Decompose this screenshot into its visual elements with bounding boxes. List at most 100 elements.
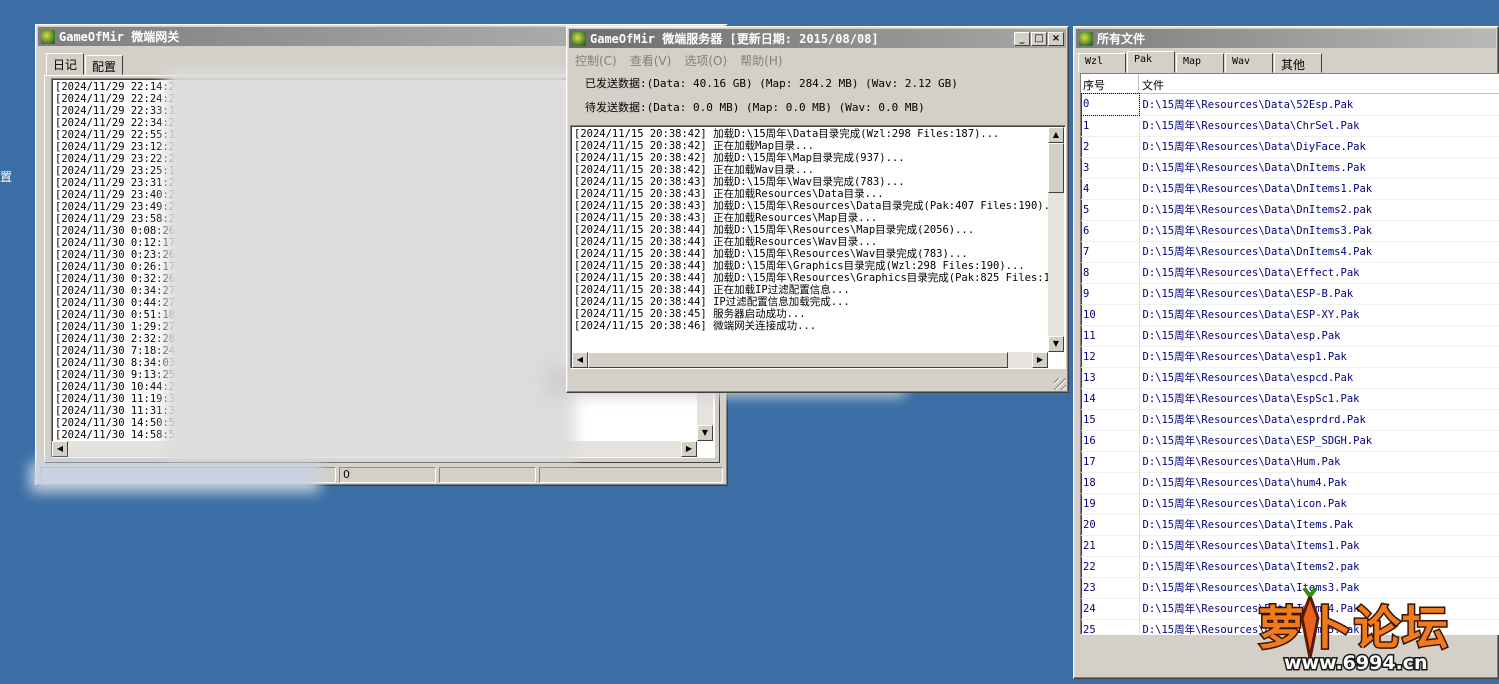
table-row[interactable]: 13 D:\15周年\Resources\Data\espcd.Pak xyxy=(1081,367,1499,389)
server-vscroll[interactable]: ▲ ▼ xyxy=(1048,127,1064,352)
table-row[interactable]: 14 D:\15周年\Resources\Data\EspSc1.Pak xyxy=(1081,388,1499,410)
tab-config[interactable]: 配置 xyxy=(85,55,124,75)
server-log-line: [2024/11/15 20:38:44] 加载D:\15周年\Graphics… xyxy=(574,260,1025,272)
row-file-path: D:\15周年\Resources\Data\ChrSel.Pak xyxy=(1139,115,1499,137)
row-index: 4 xyxy=(1081,178,1140,200)
row-index: 15 xyxy=(1081,409,1140,431)
table-row[interactable]: 10 D:\15周年\Resources\Data\ESP-XY.Pak xyxy=(1081,304,1499,326)
tab-wzl[interactable]: Wzl xyxy=(1078,53,1126,73)
table-row[interactable]: 6 D:\15周年\Resources\Data\DnItems3.Pak xyxy=(1081,220,1499,242)
scroll-left-button[interactable]: ◀ xyxy=(572,352,588,368)
row-file-path: D:\15周年\Resources\Data\esp.Pak xyxy=(1139,325,1499,347)
table-row[interactable]: 12 D:\15周年\Resources\Data\esp1.Pak xyxy=(1081,346,1499,368)
row-index: 1 xyxy=(1081,115,1140,137)
row-index: 12 xyxy=(1081,346,1140,368)
table-row[interactable]: 2 D:\15周年\Resources\Data\DiyFace.Pak xyxy=(1081,136,1499,158)
files-titlebar[interactable]: 所有文件 xyxy=(1076,29,1496,48)
server-log-lines: [2024/11/15 20:38:42] 加载D:\15周年\Data目录完成… xyxy=(574,128,1063,332)
row-file-path: D:\15周年\Resources\Data\EspSc1.Pak xyxy=(1139,388,1499,410)
row-index: 10 xyxy=(1081,304,1140,326)
sent-data-label: 已发送数据:(Data: 40.16 GB) (Map: 284.2 MB) (… xyxy=(585,77,958,90)
minimize-icon[interactable]: _ xyxy=(1014,31,1030,46)
server-log-list[interactable]: [2024/11/15 20:38:42] 加载D:\15周年\Data目录完成… xyxy=(570,125,1066,369)
server-log-line: [2024/11/15 20:38:42] 正在加载Wav目录... xyxy=(574,164,815,176)
server-hscroll[interactable]: ◀ ▶ xyxy=(572,352,1048,368)
maximize-icon[interactable]: □ xyxy=(1031,31,1047,46)
column-header-file[interactable]: 文件 xyxy=(1139,74,1499,93)
row-index: 18 xyxy=(1081,472,1140,494)
table-row[interactable]: 21 D:\15周年\Resources\Data\Items1.Pak xyxy=(1081,535,1499,557)
forum-brand-text: 萝卜论坛 xyxy=(1257,600,1450,657)
server-log-line: [2024/11/15 20:38:45] 服务器启动成功... xyxy=(574,308,806,320)
table-row[interactable]: 8 D:\15周年\Resources\Data\Effect.Pak xyxy=(1081,262,1499,284)
server-log-line: [2024/11/15 20:38:43] 加载D:\15周年\Wav目录完成(… xyxy=(574,176,905,188)
server-log-line: [2024/11/15 20:38:42] 正在加载Map目录... xyxy=(574,140,815,152)
tab-pak[interactable]: Pak xyxy=(1127,51,1175,73)
menu-help[interactable]: 帮助(H) xyxy=(740,52,782,68)
row-index: 0 xyxy=(1081,93,1140,116)
row-file-path: D:\15周年\Resources\Data\icon.Pak xyxy=(1139,493,1499,515)
scroll-left-button[interactable]: ◀ xyxy=(52,441,68,457)
table-row[interactable]: 15 D:\15周年\Resources\Data\esprdrd.Pak xyxy=(1081,409,1499,431)
gateway-tabs: 日记 配置 xyxy=(46,53,124,75)
column-header-index[interactable]: 序号 xyxy=(1081,74,1139,93)
tab-map[interactable]: Map xyxy=(1176,53,1224,73)
forum-logo: 萝卜论坛 www.6994.cn xyxy=(1257,586,1483,678)
scroll-down-button[interactable]: ▼ xyxy=(697,425,713,441)
row-file-path: D:\15周年\Resources\Data\DiyFace.Pak xyxy=(1139,136,1499,158)
table-row[interactable]: 18 D:\15周年\Resources\Data\hum4.Pak xyxy=(1081,472,1499,494)
row-index: 3 xyxy=(1081,157,1140,179)
table-row[interactable]: 4 D:\15周年\Resources\Data\DnItems1.Pak xyxy=(1081,178,1499,200)
row-index: 16 xyxy=(1081,430,1140,452)
scroll-thumb[interactable] xyxy=(1048,143,1064,193)
close-icon[interactable]: × xyxy=(1048,31,1064,46)
server-menubar: 控制(C) 查看(V) 选项(O) 帮助(H) xyxy=(567,50,1068,68)
row-file-path: D:\15周年\Resources\Data\Items1.Pak xyxy=(1139,535,1499,557)
table-row[interactable]: 11 D:\15周年\Resources\Data\esp.Pak xyxy=(1081,325,1499,347)
table-row[interactable]: 22 D:\15周年\Resources\Data\Items2.pak xyxy=(1081,556,1499,578)
table-row[interactable]: 0 D:\15周年\Resources\Data\52Esp.Pak xyxy=(1081,93,1499,116)
tab-log[interactable]: 日记 xyxy=(46,53,85,75)
tab-wav[interactable]: Wav xyxy=(1225,53,1273,73)
table-row[interactable]: 19 D:\15周年\Resources\Data\icon.Pak xyxy=(1081,493,1499,515)
files-list[interactable]: 序号 文件 0 D:\15周年\Resources\Data\52Esp.Pak 1… xyxy=(1080,73,1499,635)
server-log-line: [2024/11/15 20:38:43] 正在加载Resources\Data… xyxy=(574,188,884,200)
tab-other[interactable]: 其他 xyxy=(1274,53,1322,73)
menu-view[interactable]: 查看(V) xyxy=(630,52,672,68)
resize-grip-icon[interactable] xyxy=(1054,378,1066,390)
server-titlebar[interactable]: GameOfMir 微端服务器 [更新日期: 2015/08/08] _ □ × xyxy=(569,29,1066,48)
row-index: 11 xyxy=(1081,325,1140,347)
table-row[interactable]: 7 D:\15周年\Resources\Data\DnItems4.Pak xyxy=(1081,241,1499,263)
scroll-right-button[interactable]: ▶ xyxy=(1032,352,1048,368)
row-file-path: D:\15周年\Resources\Data\hum4.Pak xyxy=(1139,472,1499,494)
files-list-header: 序号 文件 xyxy=(1081,74,1499,94)
server-log-line: [2024/11/15 20:38:43] 正在加载Resources\Map目… xyxy=(574,212,878,224)
scroll-thumb[interactable] xyxy=(588,352,1008,368)
table-row[interactable]: 17 D:\15周年\Resources\Data\Hum.Pak xyxy=(1081,451,1499,473)
row-file-path: D:\15周年\Resources\Data\DnItems4.Pak xyxy=(1139,241,1499,263)
blurred-region xyxy=(30,462,320,492)
row-index: 22 xyxy=(1081,556,1140,578)
pending-data-label: 待发送数据:(Data: 0.0 MB) (Map: 0.0 MB) (Wav:… xyxy=(585,101,925,114)
server-log-line: [2024/11/15 20:38:44] 加载D:\15周年\Resource… xyxy=(574,248,968,260)
scroll-right-button[interactable]: ▶ xyxy=(681,441,697,457)
table-row[interactable]: 3 D:\15周年\Resources\Data\DnItems.Pak xyxy=(1081,157,1499,179)
server-log-line: [2024/11/15 20:38:46] 微端网关连接成功... xyxy=(574,320,817,332)
row-index: 2 xyxy=(1081,136,1140,158)
gateway-status-2 xyxy=(439,467,536,483)
window-controls: _ □ × xyxy=(1014,31,1064,46)
scroll-down-button[interactable]: ▼ xyxy=(1048,336,1064,352)
server-log-line: [2024/11/15 20:38:44] 加载D:\15周年\Resource… xyxy=(574,272,1057,284)
table-row[interactable]: 9 D:\15周年\Resources\Data\ESP-B.Pak xyxy=(1081,283,1499,305)
server-log-line: [2024/11/15 20:38:44] 加载D:\15周年\Resource… xyxy=(574,224,975,236)
table-row[interactable]: 16 D:\15周年\Resources\Data\ESP_SDGH.Pak xyxy=(1081,430,1499,452)
scroll-up-button[interactable]: ▲ xyxy=(1048,127,1064,143)
files-title: 所有文件 xyxy=(1097,32,1146,46)
menu-control[interactable]: 控制(C) xyxy=(575,52,617,68)
table-row[interactable]: 20 D:\15周年\Resources\Data\Items.Pak xyxy=(1081,514,1499,536)
menu-options[interactable]: 选项(O) xyxy=(684,52,727,68)
row-file-path: D:\15周年\Resources\Data\DnItems1.Pak xyxy=(1139,178,1499,200)
table-row[interactable]: 5 D:\15周年\Resources\Data\DnItems2.pak xyxy=(1081,199,1499,221)
row-index: 5 xyxy=(1081,199,1140,221)
table-row[interactable]: 1 D:\15周年\Resources\Data\ChrSel.Pak xyxy=(1081,115,1499,137)
